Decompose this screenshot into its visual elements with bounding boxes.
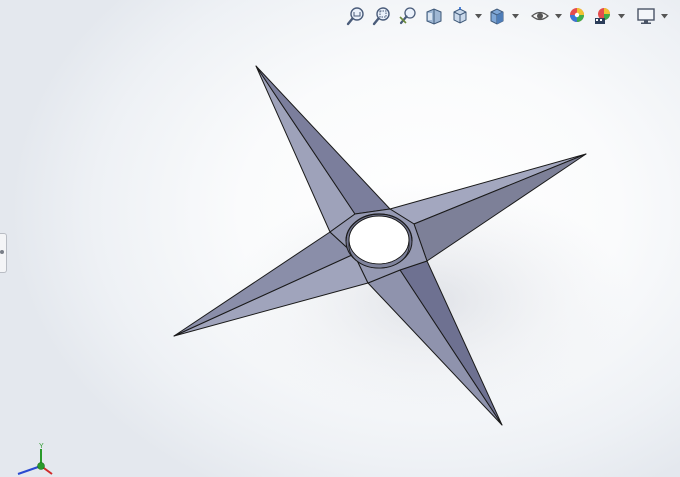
- triad-origin: [37, 462, 45, 470]
- edit-appearance-button[interactable]: [565, 4, 589, 28]
- chevron-down-icon: [475, 13, 482, 18]
- display-style-button[interactable]: [485, 4, 509, 28]
- previous-view-icon: [399, 7, 416, 25]
- view-settings-icon: [637, 8, 655, 24]
- view-orientation-dropdown[interactable]: [474, 4, 483, 28]
- chevron-down-icon: [512, 13, 519, 18]
- display-style-dropdown[interactable]: [511, 4, 520, 28]
- hide-show-items-icon: [531, 11, 549, 21]
- section-view-icon: [426, 8, 442, 25]
- feature-manager-collapse-tab[interactable]: [0, 233, 7, 273]
- view-settings-button[interactable]: [634, 4, 658, 28]
- chevron-down-icon: [661, 13, 668, 18]
- previous-view-button[interactable]: [396, 4, 420, 28]
- apply-scene-icon: [595, 8, 610, 24]
- view-settings-dropdown[interactable]: [660, 4, 669, 28]
- heads-up-view-toolbar: [344, 4, 669, 28]
- zoom-to-area-button[interactable]: [370, 4, 394, 28]
- chevron-down-icon: [555, 13, 562, 18]
- view-orientation-icon: [453, 7, 467, 24]
- view-orientation-button[interactable]: [448, 4, 472, 28]
- hide-show-items-dropdown[interactable]: [554, 4, 563, 28]
- model-view[interactable]: [0, 0, 680, 477]
- triad-y-label: Y: [39, 443, 44, 450]
- chevron-down-icon: [618, 13, 625, 18]
- edit-appearance-icon: [570, 8, 584, 22]
- graphics-area[interactable]: [0, 0, 680, 477]
- display-style-icon: [490, 8, 504, 25]
- collapse-handle-icon: [0, 250, 4, 254]
- reference-triad[interactable]: Y: [12, 440, 54, 477]
- zoom-to-fit-button[interactable]: [344, 4, 368, 28]
- apply-scene-dropdown[interactable]: [617, 4, 626, 28]
- apply-scene-button[interactable]: [591, 4, 615, 28]
- zoom-to-area-icon: [372, 7, 390, 26]
- section-view-button[interactable]: [422, 4, 446, 28]
- hide-show-items-button[interactable]: [528, 4, 552, 28]
- zoom-to-fit-icon: [346, 7, 364, 26]
